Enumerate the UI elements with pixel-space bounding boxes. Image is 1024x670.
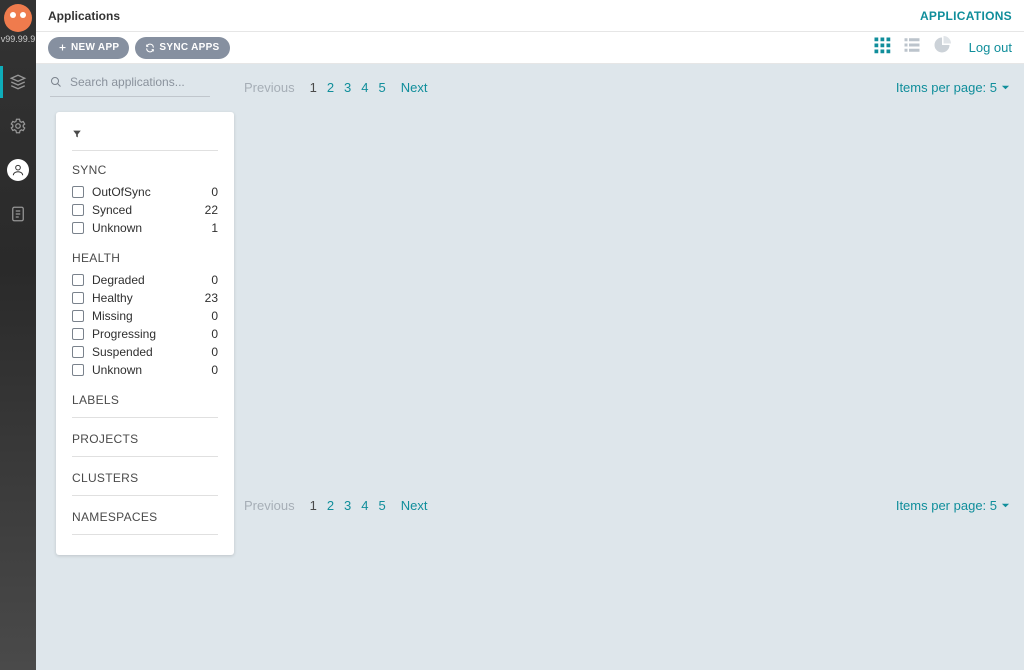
filter-sync-label: Synced: [92, 203, 205, 217]
left-nav: v99.99.9: [0, 0, 36, 670]
filter-health-label: Healthy: [92, 291, 205, 305]
breadcrumb[interactable]: APPLICATIONS: [920, 9, 1012, 23]
pagination-page-1[interactable]: 1: [310, 80, 317, 95]
pagination-page-2-b[interactable]: 2: [327, 498, 334, 513]
filter-health-count: 23: [205, 291, 218, 305]
filter-panel: SYNC OutOfSync0Synced22Unknown1 HEALTH D…: [56, 112, 234, 555]
chevron-down-icon: [1001, 501, 1010, 510]
checkbox[interactable]: [72, 222, 84, 234]
pagination-top: Previous 1 2 3 4 5 Next Items per page: …: [244, 76, 1010, 98]
filter-group-labels: LABELS: [72, 393, 218, 407]
filter-sync-row: OutOfSync0: [72, 183, 218, 201]
items-per-page-b[interactable]: Items per page: 5: [896, 498, 1010, 513]
checkbox[interactable]: [72, 328, 84, 340]
top-strip: Applications APPLICATIONS: [36, 0, 1024, 32]
filter-health-label: Progressing: [92, 327, 211, 341]
filter-sync-row: Unknown1: [72, 219, 218, 237]
checkbox[interactable]: [72, 204, 84, 216]
filter-health-label: Suspended: [92, 345, 211, 359]
pagination-bottom: Previous 1 2 3 4 5 Next Items per page: …: [244, 494, 1010, 516]
filter-health-count: 0: [211, 309, 218, 323]
pagination-page-5[interactable]: 5: [379, 80, 386, 95]
filter-group-projects: PROJECTS: [72, 432, 218, 446]
checkbox[interactable]: [72, 186, 84, 198]
version-label: v99.99.9: [0, 34, 36, 44]
pagination-prev-b: Previous: [244, 498, 295, 513]
filter-sync-count: 1: [211, 221, 218, 235]
logo-icon: [4, 4, 32, 32]
sync-apps-label: SYNC APPS: [159, 42, 219, 53]
filter-health-count: 0: [211, 345, 218, 359]
filter-health-count: 0: [211, 363, 218, 377]
filter-icon: [72, 126, 82, 143]
filter-sync-count: 0: [211, 185, 218, 199]
pagination-prev: Previous: [244, 80, 295, 95]
filter-group-clusters: CLUSTERS: [72, 471, 218, 485]
filter-health-row: Degraded0: [72, 271, 218, 289]
filter-health-row: Unknown0: [72, 361, 218, 379]
nav-settings[interactable]: [0, 104, 36, 148]
tiles-view-icon[interactable]: [873, 36, 891, 59]
pie-view-icon[interactable]: [933, 36, 951, 59]
pagination-page-4[interactable]: 4: [361, 80, 368, 95]
main-area: Previous 1 2 3 4 5 Next Items per page: …: [36, 64, 1024, 670]
toolbar: NEW APP SYNC APPS Log out: [36, 32, 1024, 64]
filter-health-label: Degraded: [92, 273, 211, 287]
filter-group-sync: SYNC: [72, 163, 218, 177]
filter-group-health: HEALTH: [72, 251, 218, 265]
logout-link[interactable]: Log out: [969, 40, 1012, 55]
new-app-button[interactable]: NEW APP: [48, 37, 129, 59]
new-app-label: NEW APP: [71, 42, 119, 53]
user-circle-icon: [7, 159, 29, 181]
filter-sync-label: Unknown: [92, 221, 211, 235]
nav-docs[interactable]: [0, 192, 36, 236]
chevron-down-icon: [1001, 83, 1010, 92]
filter-health-row: Progressing0: [72, 325, 218, 343]
pagination-page-4-b[interactable]: 4: [361, 498, 368, 513]
checkbox[interactable]: [72, 274, 84, 286]
pagination-next[interactable]: Next: [401, 80, 428, 95]
pagination-page-5-b[interactable]: 5: [379, 498, 386, 513]
filter-health-row: Suspended0: [72, 343, 218, 361]
pagination-page-2[interactable]: 2: [327, 80, 334, 95]
pagination-page-1-b[interactable]: 1: [310, 498, 317, 513]
filter-health-row: Missing0: [72, 307, 218, 325]
search-input[interactable]: [68, 74, 208, 90]
page-title: Applications: [48, 9, 120, 23]
nav-user[interactable]: [0, 148, 36, 192]
items-per-page-label: Items per page: 5: [896, 80, 997, 95]
search-icon: [50, 76, 62, 88]
pagination-page-3-b[interactable]: 3: [344, 498, 351, 513]
filter-health-count: 0: [211, 327, 218, 341]
filter-sync-label: OutOfSync: [92, 185, 211, 199]
filter-health-row: Healthy23: [72, 289, 218, 307]
list-view-icon[interactable]: [903, 36, 921, 59]
filter-health-label: Missing: [92, 309, 211, 323]
filter-health-label: Unknown: [92, 363, 211, 377]
checkbox[interactable]: [72, 346, 84, 358]
pagination-next-b[interactable]: Next: [401, 498, 428, 513]
checkbox[interactable]: [72, 310, 84, 322]
checkbox[interactable]: [72, 364, 84, 376]
view-toggle: [873, 36, 951, 59]
filter-sync-count: 22: [205, 203, 218, 217]
items-per-page-label-b: Items per page: 5: [896, 498, 997, 513]
pagination-page-3[interactable]: 3: [344, 80, 351, 95]
filter-health-count: 0: [211, 273, 218, 287]
sync-apps-button[interactable]: SYNC APPS: [135, 37, 229, 59]
items-per-page[interactable]: Items per page: 5: [896, 80, 1010, 95]
filter-sync-row: Synced22: [72, 201, 218, 219]
search-box: [50, 74, 210, 97]
nav-applications[interactable]: [0, 60, 36, 104]
checkbox[interactable]: [72, 292, 84, 304]
filter-group-namespaces: NAMESPACES: [72, 510, 218, 524]
